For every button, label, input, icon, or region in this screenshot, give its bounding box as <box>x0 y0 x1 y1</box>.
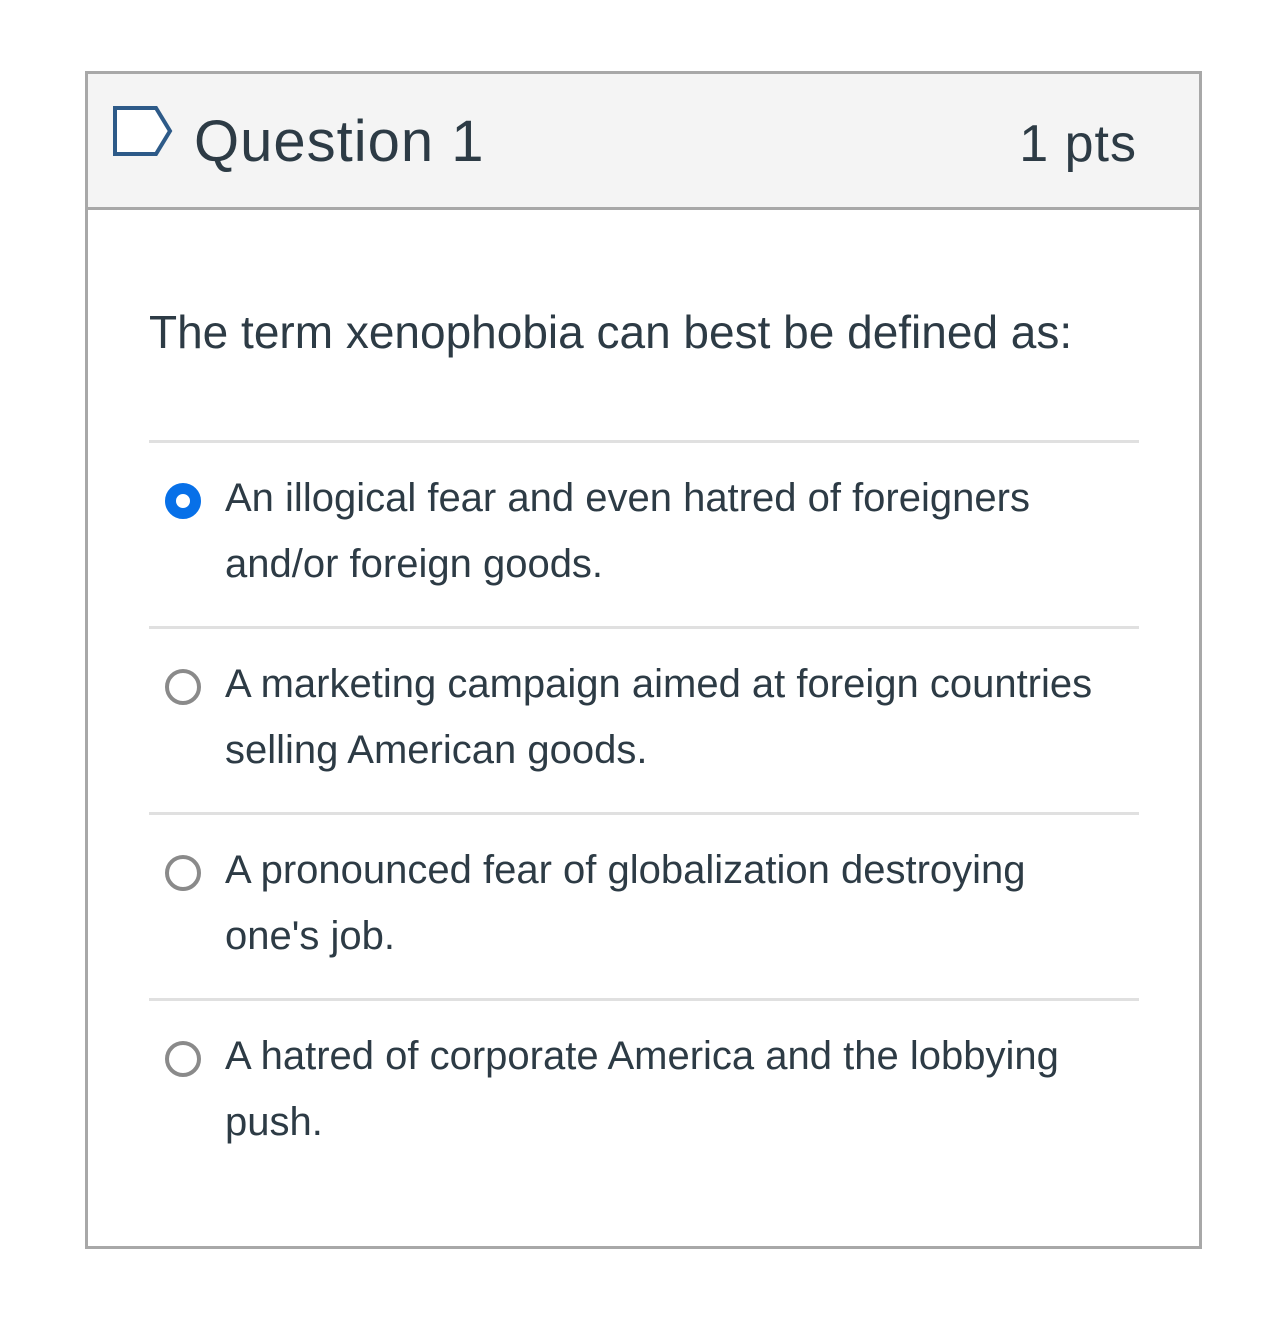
question-header: Question 1 1 pts <box>88 74 1199 210</box>
answer-label[interactable]: A pronounced fear of globalization destr… <box>225 837 1125 969</box>
flag-question-icon[interactable] <box>112 105 174 157</box>
answer-option[interactable]: A hatred of corporate America and the lo… <box>149 998 1139 1184</box>
answer-option[interactable]: An illogical fear and even hatred of for… <box>149 440 1139 626</box>
question-points: 1 pts <box>1019 115 1137 173</box>
answer-label[interactable]: An illogical fear and even hatred of for… <box>225 465 1125 597</box>
question-text: The term xenophobia can best be defined … <box>149 306 1073 358</box>
answer-option[interactable]: A marketing campaign aimed at foreign co… <box>149 626 1139 812</box>
answer-label[interactable]: A marketing campaign aimed at foreign co… <box>225 651 1125 783</box>
question-card: Question 1 1 pts The term xenophobia can… <box>85 71 1202 1249</box>
radio-button[interactable] <box>165 855 201 891</box>
radio-button[interactable] <box>165 1041 201 1077</box>
radio-button[interactable] <box>165 483 201 519</box>
question-title: Question 1 <box>194 109 485 174</box>
answer-option[interactable]: A pronounced fear of globalization destr… <box>149 812 1139 998</box>
radio-button[interactable] <box>165 669 201 705</box>
answer-label[interactable]: A hatred of corporate America and the lo… <box>225 1023 1125 1155</box>
answer-list: An illogical fear and even hatred of for… <box>149 440 1139 1184</box>
